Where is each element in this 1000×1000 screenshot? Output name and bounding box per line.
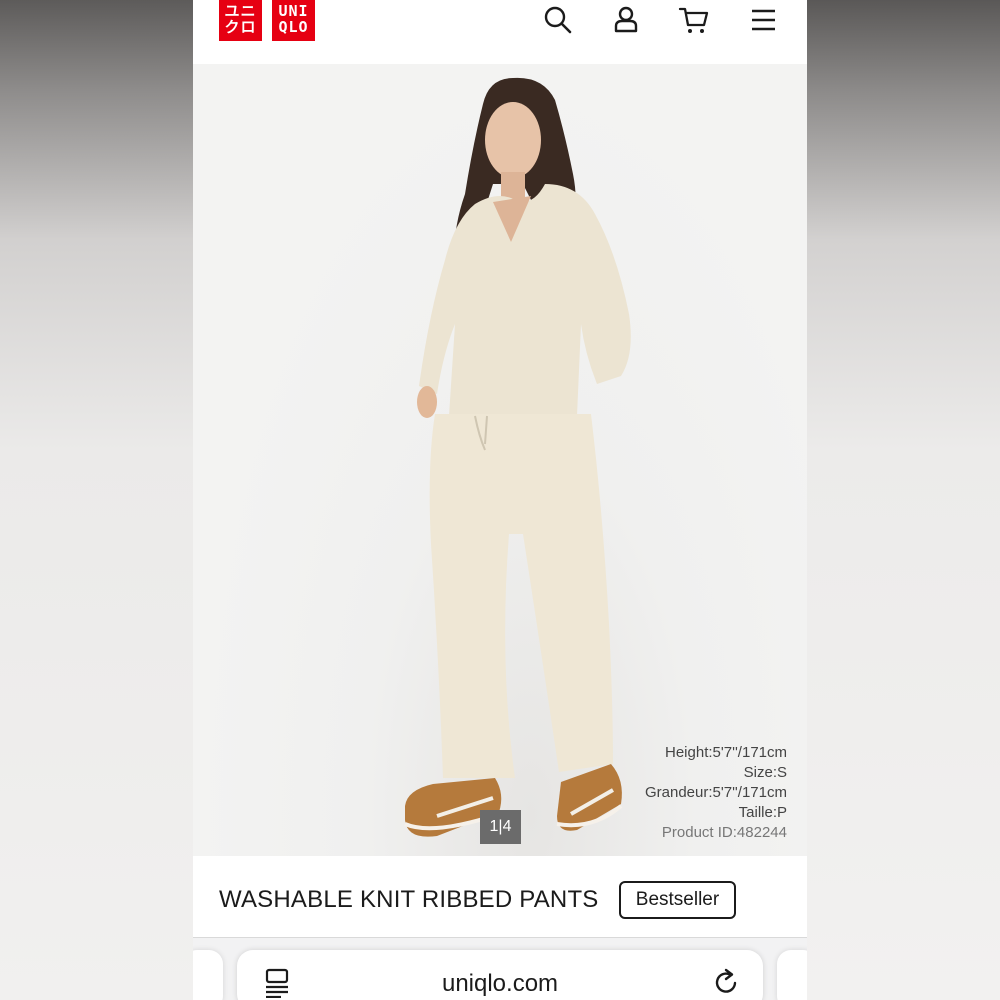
site-header: ユニ クロ UNI QLO	[193, 0, 807, 64]
product-title: WASHABLE KNIT RIBBED PANTS	[219, 886, 599, 913]
model-height: Height:5'7''/171cm	[665, 744, 787, 761]
model-photo	[404, 77, 631, 837]
browser-toolbar: uniqlo.com	[193, 938, 807, 1000]
account-icon[interactable]	[610, 4, 642, 36]
url-text: uniqlo.com	[441, 970, 559, 997]
next-tab[interactable]	[777, 950, 807, 1000]
menu-icon[interactable]	[747, 4, 779, 36]
product-id: Product ID:482244	[661, 824, 787, 841]
background-left	[0, 0, 193, 1000]
uniqlo-logo-latin[interactable]: UNI QLO	[272, 0, 315, 41]
model-taille: Taille:P	[738, 804, 787, 821]
bestseller-badge: Bestseller	[619, 881, 736, 919]
uniqlo-logo-katakana[interactable]: ユニ クロ	[219, 0, 262, 41]
model-size: Size:S	[743, 764, 787, 781]
background-right	[807, 0, 1000, 1000]
product-title-row: WASHABLE KNIT RIBBED PANTS Bestseller	[193, 856, 807, 937]
logo-text: UNI	[278, 2, 309, 20]
previous-tab[interactable]	[193, 950, 223, 1000]
image-counter: 1|4	[480, 810, 521, 844]
mobile-page: ユニ クロ UNI QLO 1|4 Height:5'7''/171cm Siz…	[193, 0, 807, 1000]
product-image-gallery[interactable]: 1|4 Height:5'7''/171cm Size:S Grandeur:5…	[193, 64, 807, 856]
model-size-info: Height:5'7''/171cm Size:S Grandeur:5'7''…	[645, 743, 787, 843]
model-grandeur: Grandeur:5'7''/171cm	[644, 784, 787, 801]
address-bar[interactable]: uniqlo.com	[237, 950, 763, 1000]
reload-icon[interactable]	[713, 968, 741, 998]
search-icon[interactable]	[542, 4, 574, 36]
logo-text: ユニ	[224, 2, 257, 20]
logo-text: QLO	[278, 18, 309, 36]
logo-text: クロ	[224, 18, 257, 36]
cart-icon[interactable]	[678, 4, 710, 36]
